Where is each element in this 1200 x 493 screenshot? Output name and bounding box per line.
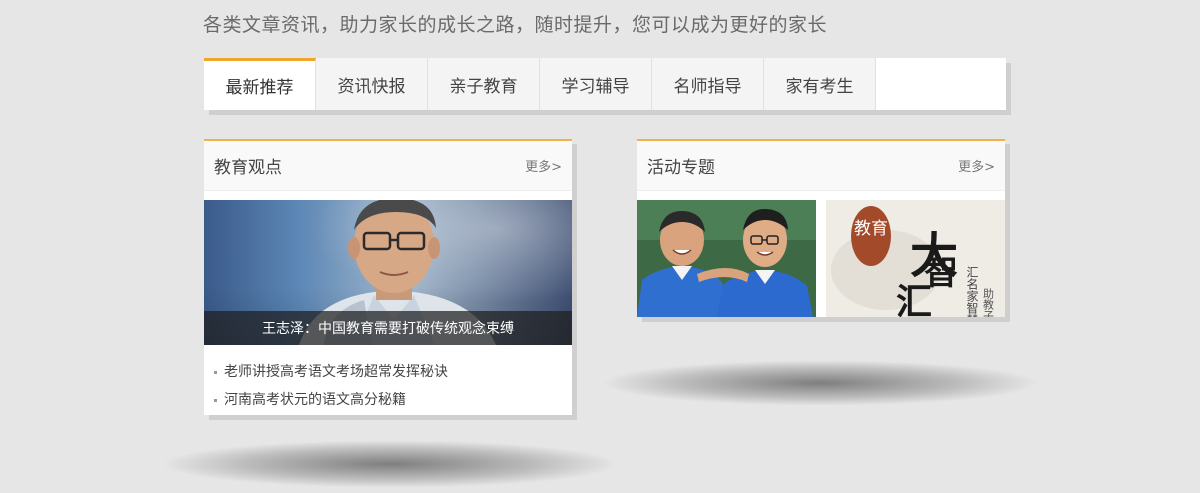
tab-label: 最新推荐: [225, 78, 294, 98]
event-promos: 教育 大 智 汇 汇名家智慧 助教子: [637, 200, 1005, 317]
tab-label: 资讯快报: [337, 76, 406, 97]
feature-caption[interactable]: 王志泽：中国教育需要打破传统观念束缚: [204, 311, 572, 345]
students-photo[interactable]: [637, 200, 816, 317]
list-item[interactable]: 老师讲授高考语文考场超常发挥秘诀: [214, 358, 562, 386]
floor-shadow: [160, 440, 620, 488]
tab-exam-students[interactable]: 家有考生: [764, 58, 876, 110]
dazhihui-promo[interactable]: 教育 大 智 汇 汇名家智慧 助教子: [826, 200, 1005, 317]
feature-article-image[interactable]: 王志泽：中国教育需要打破传统观念束缚: [204, 200, 572, 345]
tab-label: 名师指导: [673, 76, 742, 97]
card-header: 活动专题 更多>: [637, 141, 1005, 191]
article-title: 老师讲授高考语文考场超常发挥秘诀: [224, 364, 448, 380]
tab-teacher-guidance[interactable]: 名师指导: [652, 58, 764, 110]
brand-side-text: 汇名家智慧: [965, 266, 979, 317]
students-illustration: [637, 200, 816, 317]
tab-tutoring[interactable]: 学习辅导: [540, 58, 652, 110]
bullet-icon: [214, 398, 217, 402]
brand-side-text-2: 助教子: [982, 287, 995, 317]
list-item[interactable]: 河南高考状元的语文高分秘籍: [214, 386, 562, 414]
card-title: 活动专题: [647, 158, 715, 178]
floor-shadow: [600, 360, 1040, 406]
tab-parenting[interactable]: 亲子教育: [428, 58, 540, 110]
dazhihui-artwork: 教育 大 智 汇 汇名家智慧 助教子: [826, 200, 1005, 317]
more-link[interactable]: 更多>: [958, 156, 995, 175]
more-link[interactable]: 更多>: [525, 156, 562, 175]
article-list: 老师讲授高考语文考场超常发挥秘诀 河南高考状元的语文高分秘籍: [204, 345, 572, 414]
events-card: 活动专题 更多> 教育 大 智 汇 汇名家智慧 助教子: [637, 139, 1005, 317]
card-header: 教育观点 更多>: [204, 141, 572, 191]
category-tabs: 最新推荐 资讯快报 亲子教育 学习辅导 名师指导 家有考生: [204, 58, 1006, 110]
tab-label: 学习辅导: [561, 76, 630, 97]
card-title: 教育观点: [214, 158, 282, 178]
tab-label: 家有考生: [785, 76, 854, 97]
article-title: 河南高考状元的语文高分秘籍: [224, 392, 406, 408]
tab-label: 亲子教育: [449, 76, 518, 97]
seal-text: 教育: [854, 219, 888, 239]
tab-news[interactable]: 资讯快报: [316, 58, 428, 110]
page: 各类文章资讯，助力家长的成长之路，随时提升，您可以成为更好的家长 最新推荐 资讯…: [0, 0, 1200, 493]
education-views-card: 教育观点 更多> 王志泽：中国教育需要打破传统观念束缚 老师讲授高考语文考场超常…: [204, 139, 572, 415]
page-tagline: 各类文章资讯，助力家长的成长之路，随时提升，您可以成为更好的家长: [203, 14, 828, 36]
brand-char-3: 汇: [896, 281, 932, 317]
bullet-icon: [214, 370, 217, 374]
tab-latest[interactable]: 最新推荐: [204, 58, 316, 110]
